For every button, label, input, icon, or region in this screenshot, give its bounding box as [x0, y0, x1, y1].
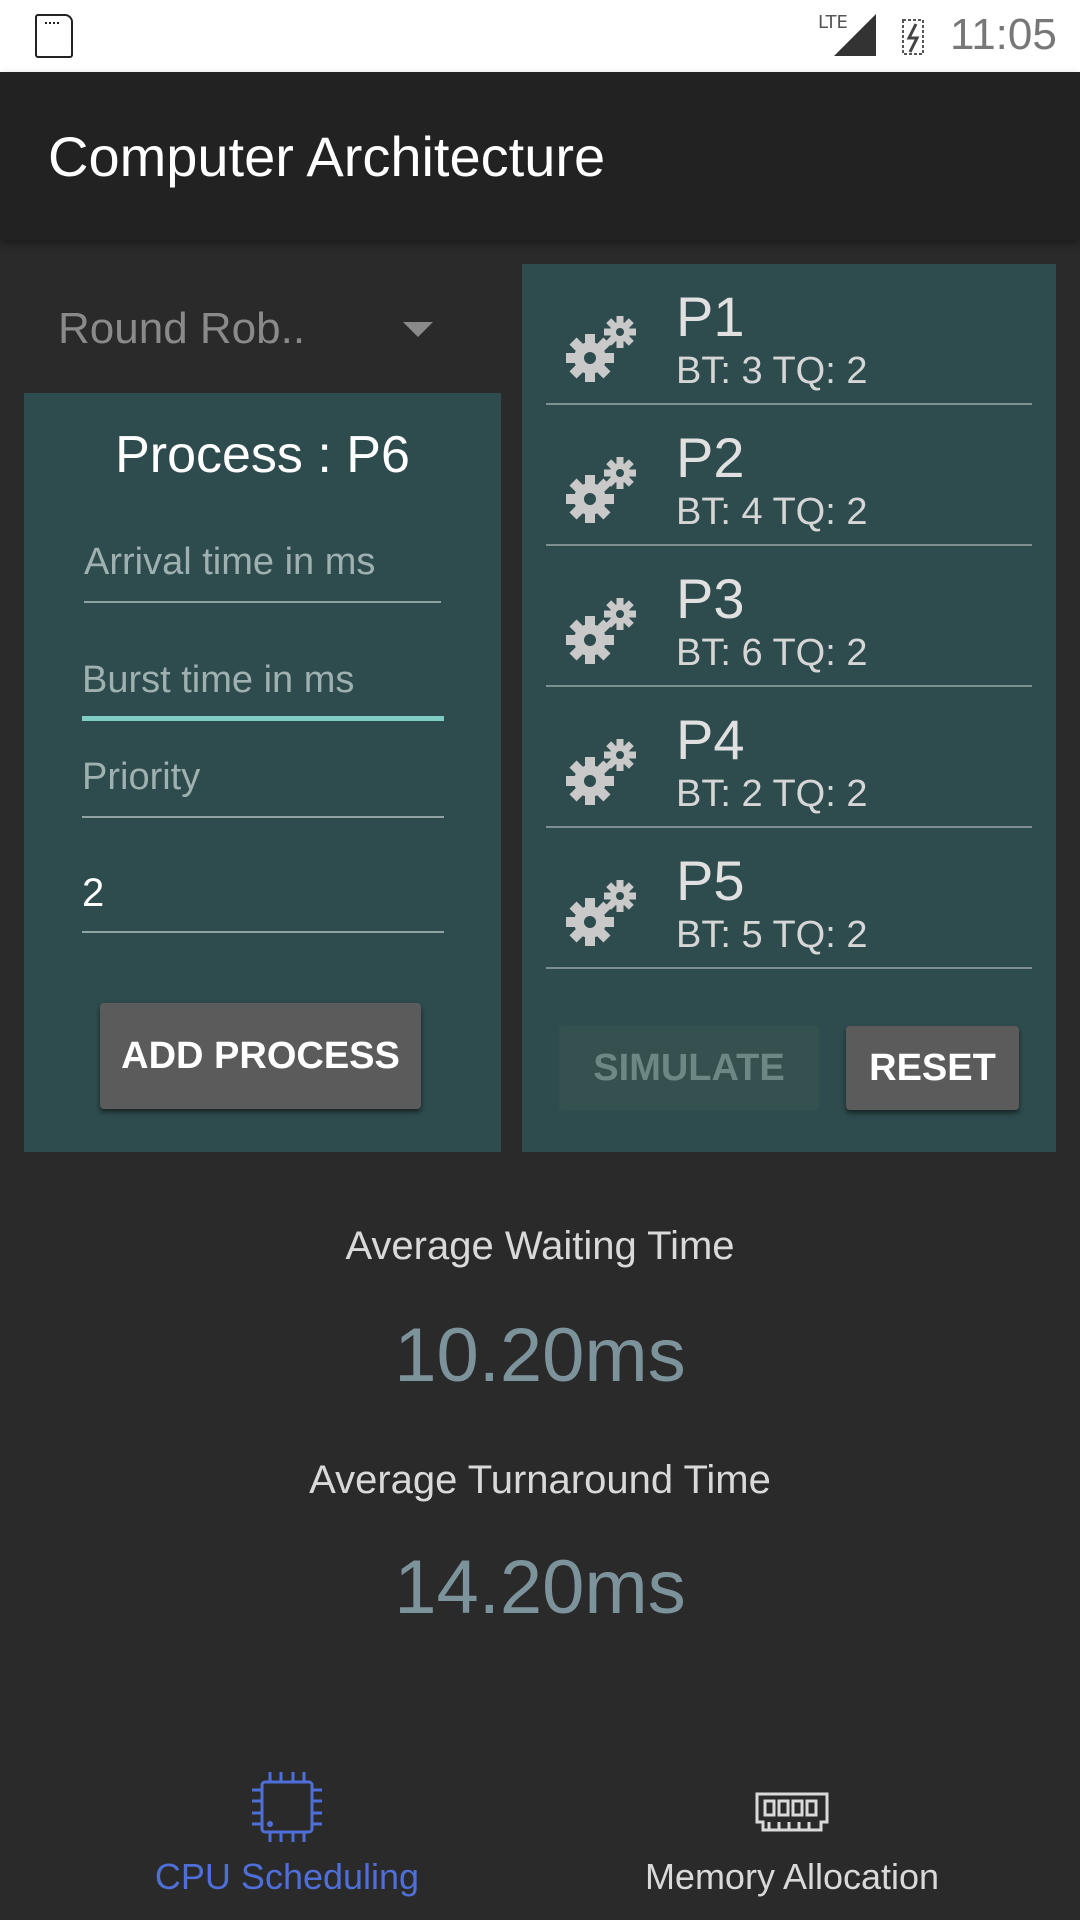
process-detail: BT: 4 TQ: 2 — [676, 491, 868, 533]
status-bar: LTE 11:05 — [0, 0, 1080, 72]
algorithm-selected-value: Round Rob.. — [58, 304, 306, 353]
process-list-panel: P1 BT: 3 TQ: 2 P2 BT: 4 TQ: 2 P3 BT: 6 T… — [522, 264, 1056, 1152]
nav-tab-memory-allocation[interactable]: Memory Allocation — [522, 1760, 1062, 1920]
avg-waiting-time-value: 10.20ms — [394, 1313, 686, 1398]
avg-waiting-time-label: Average Waiting Time — [345, 1224, 735, 1268]
add-process-button[interactable]: ADD PROCESS — [100, 1003, 421, 1109]
gears-icon — [566, 880, 636, 946]
process-name: P4 — [676, 708, 745, 771]
process-list-item[interactable]: P4 BT: 2 TQ: 2 — [546, 687, 1032, 828]
process-name: P1 — [676, 285, 745, 348]
process-detail: BT: 3 TQ: 2 — [676, 350, 868, 392]
priority-placeholder: Priority — [82, 756, 201, 798]
gears-icon — [566, 457, 636, 523]
process-name: P2 — [676, 426, 745, 489]
input-underline — [82, 931, 444, 933]
arrival-time-placeholder: Arrival time in ms — [84, 541, 376, 583]
avg-turnaround-time-label: Average Turnaround Time — [309, 1458, 771, 1502]
dropdown-arrow-icon — [403, 322, 433, 337]
gears-icon — [566, 739, 636, 805]
burst-time-input[interactable]: Burst time in ms — [82, 641, 444, 721]
nav-label-cpu-scheduling: CPU Scheduling — [154, 1856, 420, 1897]
nav-label-memory-allocation: Memory Allocation — [644, 1856, 940, 1897]
arrival-time-input[interactable]: Arrival time in ms — [84, 523, 441, 603]
process-detail: BT: 6 TQ: 2 — [676, 632, 868, 674]
process-title: Process : P6 — [115, 426, 410, 484]
gears-icon — [566, 598, 636, 664]
signal-icon — [830, 14, 876, 56]
input-underline — [82, 816, 444, 818]
reset-button[interactable]: RESET — [846, 1026, 1019, 1110]
process-list-item[interactable]: P2 BT: 4 TQ: 2 — [546, 405, 1032, 546]
app-title: Computer Architecture — [48, 125, 606, 188]
algorithm-dropdown[interactable]: Round Rob.. — [40, 290, 440, 370]
time-quantum-input[interactable]: 2 — [82, 853, 444, 933]
process-list-item[interactable]: P5 BT: 5 TQ: 2 — [546, 828, 1032, 969]
process-list-item[interactable]: P1 BT: 3 TQ: 2 — [546, 264, 1032, 405]
nav-tab-cpu-scheduling[interactable]: CPU Scheduling — [17, 1760, 557, 1920]
input-underline-focused — [82, 716, 444, 721]
simulate-button[interactable]: SIMULATE — [559, 1026, 819, 1110]
app-bar: Computer Architecture — [0, 72, 1080, 240]
process-list-item[interactable]: P3 BT: 6 TQ: 2 — [546, 546, 1032, 687]
gears-icon — [566, 316, 636, 382]
process-detail: BT: 5 TQ: 2 — [676, 914, 868, 956]
burst-time-placeholder: Burst time in ms — [82, 659, 355, 701]
battery-charging-icon — [902, 19, 924, 55]
process-name: P3 — [676, 567, 745, 630]
sd-card-icon — [35, 14, 73, 58]
priority-input[interactable]: Priority — [82, 738, 444, 818]
status-clock: 11:05 — [950, 10, 1057, 59]
input-underline — [84, 601, 441, 603]
cpu-chip-icon — [252, 1772, 322, 1842]
process-name: P5 — [676, 849, 745, 912]
process-detail: BT: 2 TQ: 2 — [676, 773, 868, 815]
memory-module-icon — [755, 1792, 829, 1832]
avg-turnaround-time-value: 14.20ms — [394, 1545, 686, 1630]
time-quantum-value: 2 — [82, 871, 105, 915]
